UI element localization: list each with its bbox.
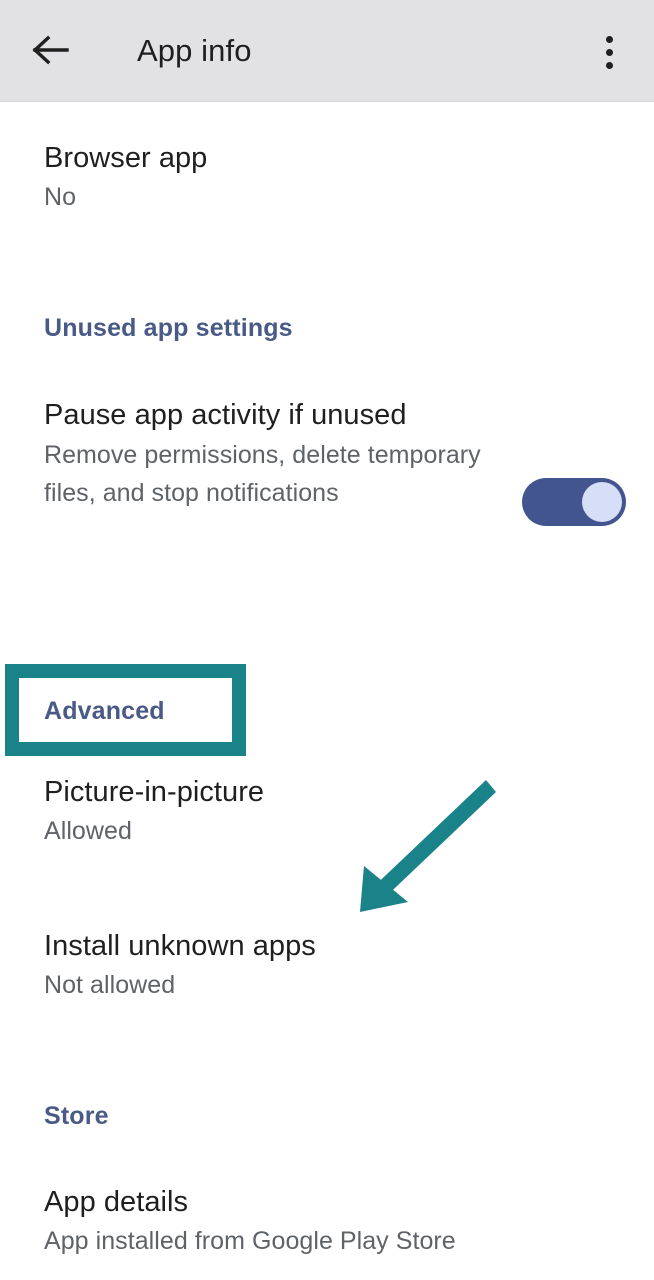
list-item-value: App installed from Google Play Store xyxy=(44,1227,456,1255)
section-header-store: Store xyxy=(44,1102,109,1130)
list-item-title: Picture-in-picture xyxy=(44,776,265,808)
back-button[interactable] xyxy=(22,24,80,80)
arrow-left-icon xyxy=(31,34,71,71)
list-item-title: App details xyxy=(44,1186,189,1218)
page-title: App info xyxy=(137,32,252,68)
annotation-arrow-icon xyxy=(360,780,496,912)
list-item-value: Allowed xyxy=(44,817,132,845)
list-item-install-unknown-apps[interactable]: Install unknown apps Not allowed xyxy=(0,926,654,1004)
list-item-picture-in-picture[interactable]: Picture-in-picture Allowed xyxy=(0,772,654,850)
app-bar: App info xyxy=(0,0,654,102)
overflow-dot xyxy=(605,48,613,56)
list-item-title: Install unknown apps xyxy=(44,930,316,962)
toggle-pause-app-activity[interactable] xyxy=(522,478,626,526)
list-item-text-block: Pause app activity if unused Remove perm… xyxy=(44,394,484,512)
more-vertical-icon[interactable] xyxy=(586,24,632,80)
list-item-app-details[interactable]: App details App installed from Google Pl… xyxy=(0,1182,654,1260)
section-header-unused-app-settings: Unused app settings xyxy=(44,314,293,342)
list-item-title: Pause app activity if unused xyxy=(44,399,407,431)
list-item-value: No xyxy=(44,183,77,211)
overflow-dot xyxy=(605,61,613,69)
list-item-description: Remove permissions, delete temporary fil… xyxy=(44,441,481,507)
list-item-value: Not allowed xyxy=(44,971,176,999)
annotation-highlight-box xyxy=(5,664,246,756)
overflow-dot xyxy=(605,35,613,43)
toggle-thumb xyxy=(582,482,622,522)
list-item-browser-app[interactable]: Browser app No xyxy=(0,138,654,216)
list-item-title: Browser app xyxy=(44,142,208,174)
